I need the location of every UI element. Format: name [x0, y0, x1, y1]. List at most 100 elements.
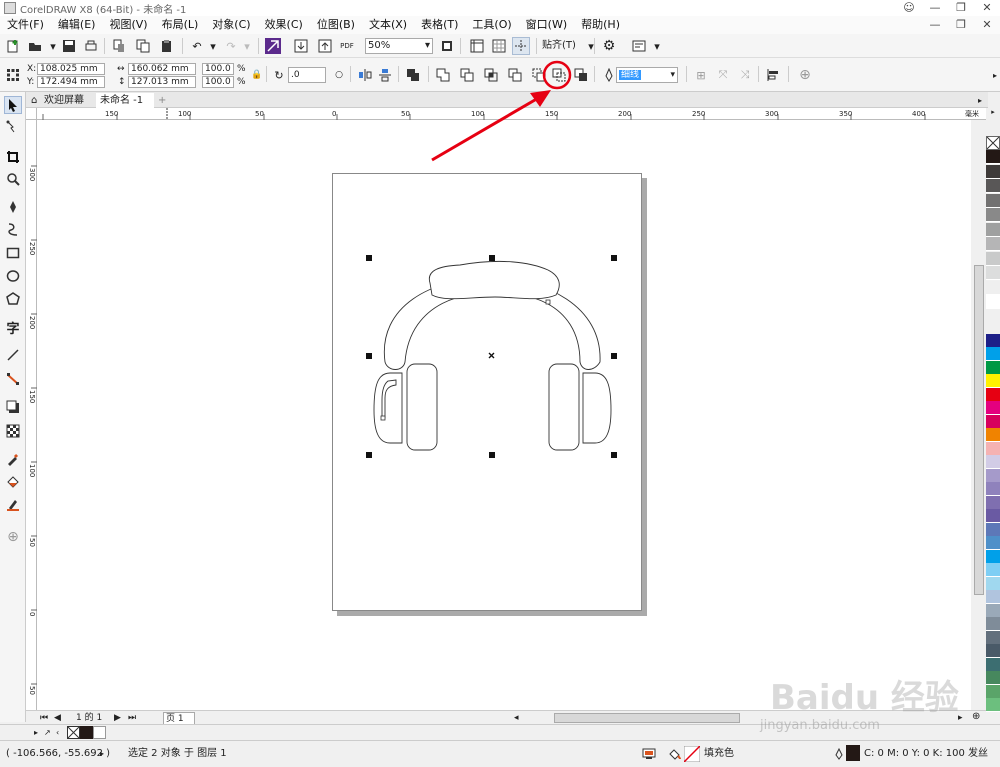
quick-customize-icon[interactable]: ⊕: [4, 528, 22, 546]
tab-document[interactable]: 未命名 -1: [96, 93, 154, 108]
color-proof-icon[interactable]: [642, 748, 656, 764]
intersect-icon[interactable]: [482, 66, 500, 84]
launcher-dropdown-icon[interactable]: ▾: [648, 37, 666, 55]
width-input[interactable]: 160.062 mm: [128, 63, 196, 75]
palette-swatch[interactable]: [986, 644, 1000, 658]
object-origin-icon[interactable]: [4, 66, 22, 84]
no-fill-swatch[interactable]: [67, 726, 80, 739]
white-swatch[interactable]: [93, 726, 106, 739]
no-color-swatch[interactable]: [986, 136, 1000, 150]
palette-swatch[interactable]: [986, 401, 1000, 415]
shape-tool-icon[interactable]: [4, 118, 22, 136]
outline-width-select[interactable]: 细线 ▾: [616, 67, 678, 83]
status-expand-icon[interactable]: ▸: [100, 748, 104, 760]
convert-to-curves-icon[interactable]: ⤧: [714, 66, 732, 84]
vertical-scroll-thumb[interactable]: [974, 265, 984, 595]
palette-swatch[interactable]: [986, 295, 1000, 309]
palette-swatch[interactable]: [986, 671, 1000, 685]
user-icon[interactable]: ☺: [896, 0, 922, 16]
new-document-icon[interactable]: [4, 37, 22, 55]
palette-swatch[interactable]: [986, 630, 1000, 645]
palette-swatch[interactable]: [986, 482, 1000, 496]
snap-dropdown-icon[interactable]: ▾: [582, 37, 600, 55]
doc-restore-button[interactable]: ❐: [948, 16, 974, 34]
snap-to-menu[interactable]: 贴齐(T): [542, 40, 576, 52]
scale-y-input[interactable]: 100.0: [202, 76, 234, 88]
menu-table[interactable]: 表格(T): [414, 16, 465, 34]
open-folder-icon[interactable]: [26, 37, 44, 55]
import-icon[interactable]: [292, 37, 310, 55]
doc-close-button[interactable]: ✕: [974, 16, 1000, 34]
palette-swatch[interactable]: [986, 603, 1000, 618]
ellipse-tool-icon[interactable]: [4, 267, 22, 285]
palette-swatch[interactable]: [986, 590, 1000, 604]
horizontal-ruler[interactable]: 150 100 50 0 50 100 150 200 250 300 350 …: [37, 108, 987, 120]
document-palette-menu-icon[interactable]: ▸: [34, 727, 38, 739]
eyedropper-small-icon[interactable]: ↗: [44, 727, 51, 739]
maximize-button[interactable]: ❐: [948, 0, 974, 16]
vertical-ruler[interactable]: 300 250 200 150 100 50 0 50: [26, 120, 37, 710]
palette-swatch[interactable]: [986, 522, 1000, 537]
position-x-input[interactable]: 108.025 mm: [37, 63, 105, 75]
menu-edit[interactable]: 编辑(E): [51, 16, 103, 34]
palette-swatch[interactable]: [986, 563, 1000, 577]
paste-icon[interactable]: [158, 37, 176, 55]
drop-shadow-tool-icon[interactable]: [4, 398, 22, 416]
show-rulers-icon[interactable]: [468, 37, 486, 55]
palette-swatch[interactable]: [986, 164, 1000, 179]
first-page-icon[interactable]: ⏮: [40, 712, 48, 724]
menu-object[interactable]: 对象(C): [205, 16, 257, 34]
scale-x-input[interactable]: 100.0: [202, 63, 234, 75]
palette-swatch[interactable]: [986, 657, 1000, 672]
palette-swatch[interactable]: [986, 266, 1000, 280]
menu-layout[interactable]: 布局(L): [155, 16, 206, 34]
menu-text[interactable]: 文本(X): [362, 16, 414, 34]
palette-swatch[interactable]: [986, 468, 1000, 483]
artistic-media-tool-icon[interactable]: [4, 220, 22, 238]
application-launcher-icon[interactable]: [630, 37, 648, 55]
menu-bitmap[interactable]: 位图(B): [310, 16, 362, 34]
black-swatch[interactable]: [80, 726, 93, 739]
text-tool-icon[interactable]: 字: [4, 318, 22, 337]
trim-icon[interactable]: [458, 66, 476, 84]
palette-swatch[interactable]: [986, 222, 1000, 237]
zoom-level-select[interactable]: 50% ▾: [365, 38, 433, 54]
palette-swatch[interactable]: [986, 509, 1000, 523]
palette-swatch[interactable]: [986, 441, 1000, 456]
break-apart-icon[interactable]: ⤨: [736, 66, 754, 84]
search-content-icon[interactable]: [264, 37, 282, 55]
minimize-button[interactable]: —: [922, 0, 948, 16]
tab-welcome-screen[interactable]: ⌂ 欢迎屏幕: [28, 93, 96, 108]
next-page-icon[interactable]: ▶: [114, 712, 121, 724]
save-icon[interactable]: [60, 37, 78, 55]
menu-effects[interactable]: 效果(C): [258, 16, 310, 34]
redo-dropdown-icon[interactable]: ▾: [238, 37, 256, 55]
mirror-horizontal-icon[interactable]: [356, 66, 374, 84]
polygon-tool-icon[interactable]: [4, 290, 22, 308]
print-icon[interactable]: [82, 37, 100, 55]
palette-swatch[interactable]: [986, 179, 1000, 193]
palette-swatch[interactable]: [986, 698, 1000, 712]
palette-swatch[interactable]: [986, 333, 1000, 348]
palette-swatch[interactable]: [986, 150, 1000, 164]
copy-icon[interactable]: [134, 37, 152, 55]
rotation-angle-input[interactable]: .0: [288, 67, 326, 83]
palette-back-icon[interactable]: ‹: [56, 727, 59, 739]
vertical-scrollbar[interactable]: [972, 120, 986, 710]
palette-swatch[interactable]: [986, 387, 1000, 402]
property-bar-expand-icon[interactable]: ▸: [986, 66, 1000, 84]
palette-swatch[interactable]: [986, 208, 1000, 222]
back-minus-front-icon[interactable]: [550, 66, 568, 84]
rotate-icon[interactable]: ↻: [270, 66, 288, 84]
weld-icon[interactable]: [434, 66, 452, 84]
palette-swatch[interactable]: [986, 360, 1000, 375]
palette-swatch[interactable]: [986, 549, 1000, 564]
pick-tool-icon[interactable]: [4, 96, 22, 114]
export-icon[interactable]: [316, 37, 334, 55]
show-grid-icon[interactable]: [490, 37, 508, 55]
ruler-origin[interactable]: [26, 108, 37, 120]
zoom-tool-icon[interactable]: [4, 170, 22, 188]
palette-swatch[interactable]: [986, 347, 1000, 361]
align-distribute-icon[interactable]: [764, 66, 782, 84]
palette-swatch[interactable]: [986, 576, 1000, 591]
